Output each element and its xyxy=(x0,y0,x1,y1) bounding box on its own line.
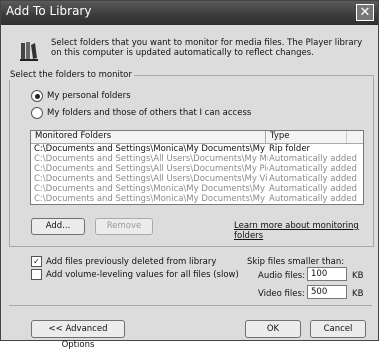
folder-path: C:\Documents and Settings\All Users\Docu… xyxy=(34,154,268,164)
checkmark-icon[interactable]: ✓ xyxy=(31,256,42,267)
folder-type: Automatically added xyxy=(269,154,357,164)
radio-personal-label: My personal folders xyxy=(47,91,131,101)
remove-folder-button[interactable]: Remove xyxy=(95,218,153,235)
add-deleted-checkbox[interactable]: ✓ Add files previously deleted from libr… xyxy=(31,256,216,267)
folder-path: C:\Documents and Settings\All Users\Docu… xyxy=(34,164,268,174)
folder-type: Automatically added xyxy=(269,174,357,184)
radio-personal-folders[interactable]: My personal folders xyxy=(31,90,131,102)
folder-path: C:\Documents and Settings\All Users\Docu… xyxy=(34,174,268,184)
audio-files-label: Audio files: xyxy=(258,271,306,281)
list-item[interactable]: C:\Documents and Settings\All Users\Docu… xyxy=(31,164,363,174)
close-button[interactable]: ✕ xyxy=(356,4,374,21)
folder-path: C:\Documents and Settings\Monica\My Docu… xyxy=(34,144,268,154)
folders-group-label: Select the folders to monitor xyxy=(8,70,134,80)
library-icon xyxy=(20,42,38,61)
intro-text: Select folders that you want to monitor … xyxy=(51,38,363,58)
folder-path: C:\Documents and Settings\Monica\My Docu… xyxy=(34,184,268,194)
list-item[interactable]: C:\Documents and Settings\Monica\My Docu… xyxy=(31,144,363,154)
folder-path: C:\Documents and Settings\Monica\My Docu… xyxy=(34,194,268,204)
radio-all-folders[interactable]: My folders and those of others that I ca… xyxy=(31,107,251,119)
folder-type: Automatically added xyxy=(269,194,357,204)
add-folder-button[interactable]: Add... xyxy=(31,218,85,235)
monitored-folders-list[interactable]: Monitored Folders Type C:\Documents and … xyxy=(30,130,364,205)
video-files-label: Video files: xyxy=(258,289,305,299)
ok-button[interactable]: OK xyxy=(245,320,301,338)
add-deleted-label: Add files previously deleted from librar… xyxy=(46,256,217,267)
advanced-options-button[interactable]: << Advanced Options xyxy=(31,320,125,350)
volume-leveling-checkbox[interactable]: Add volume-leveling values for all files… xyxy=(31,269,239,280)
volume-leveling-label: Add volume-leveling values for all files… xyxy=(46,269,239,280)
audio-unit-label: KB xyxy=(352,271,364,281)
learn-more-link[interactable]: Learn more about monitoring folders xyxy=(234,221,378,241)
radio-button[interactable] xyxy=(31,90,43,102)
folder-type: Automatically added xyxy=(269,164,357,174)
add-to-library-dialog: Add To Library ✕ Select folders that you… xyxy=(0,0,379,350)
video-unit-label: KB xyxy=(352,289,364,299)
radio-all-label: My folders and those of others that I ca… xyxy=(47,108,252,118)
audio-size-input[interactable]: 100 xyxy=(307,267,347,281)
list-item[interactable]: C:\Documents and Settings\Monica\My Docu… xyxy=(31,184,363,194)
column-header-folders[interactable]: Monitored Folders xyxy=(31,131,266,143)
folder-type: Rip folder xyxy=(269,144,311,154)
list-item[interactable]: C:\Documents and Settings\All Users\Docu… xyxy=(31,154,363,164)
video-size-input[interactable]: 500 xyxy=(307,285,347,299)
dialog-title: Add To Library xyxy=(6,4,92,18)
skip-files-heading: Skip files smaller than: xyxy=(247,257,345,267)
cancel-button[interactable]: Cancel xyxy=(310,320,366,338)
divider xyxy=(9,305,372,306)
column-header-type[interactable]: Type xyxy=(266,131,347,143)
checkbox-box[interactable] xyxy=(31,269,42,280)
list-item[interactable]: C:\Documents and Settings\Monica\My Docu… xyxy=(31,194,363,204)
title-bar[interactable]: Add To Library ✕ xyxy=(1,1,378,25)
radio-button[interactable] xyxy=(31,107,43,119)
list-header: Monitored Folders Type xyxy=(31,131,363,144)
list-item[interactable]: C:\Documents and Settings\All Users\Docu… xyxy=(31,174,363,184)
folder-type: Automatically added xyxy=(269,184,357,194)
